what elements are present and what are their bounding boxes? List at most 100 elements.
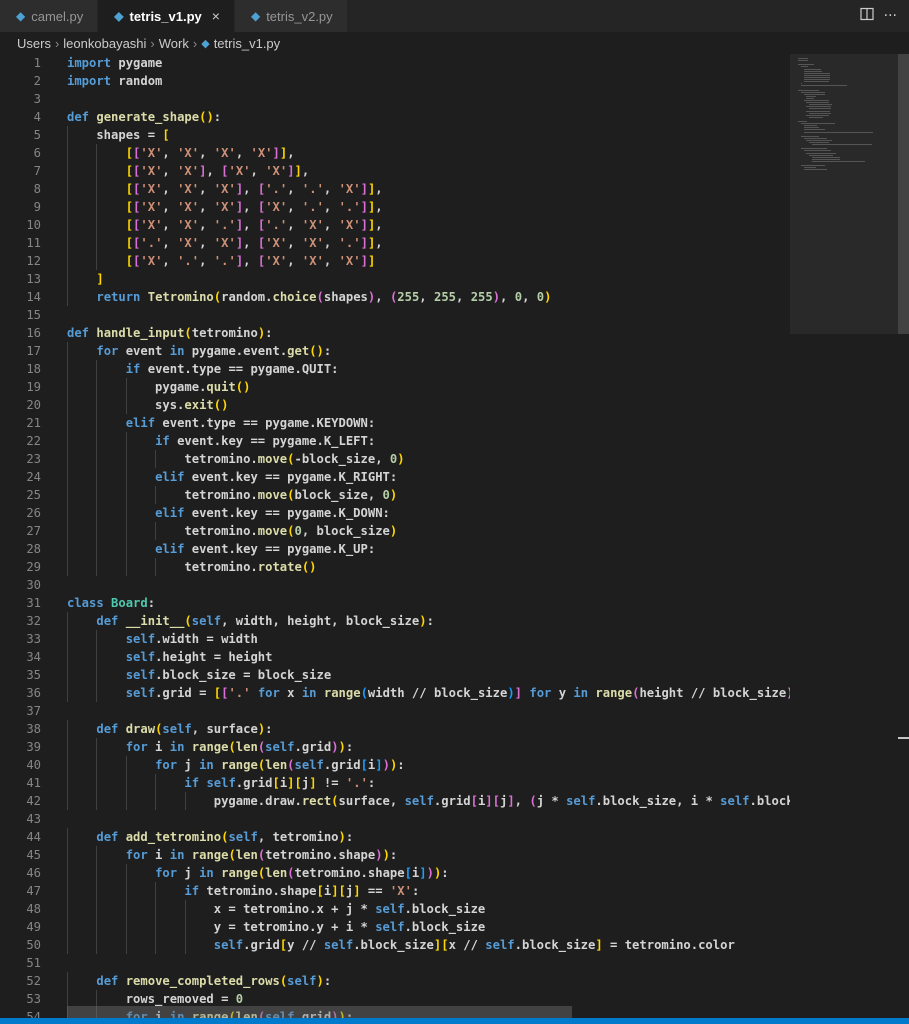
code-line[interactable]: 8 [['X', 'X', 'X'], ['.', '.', 'X']], — [0, 180, 790, 198]
line-number: 35 — [26, 668, 41, 682]
code-line[interactable]: 51 — [0, 954, 790, 972]
code-line[interactable]: 2 import random — [0, 72, 790, 90]
minimap-line — [806, 102, 829, 104]
code-line[interactable]: 35 self.block_size = block_size — [0, 666, 790, 684]
code-line[interactable]: 45 for i in range(len(tetromino.shape)): — [0, 846, 790, 864]
line-number: 7 — [33, 164, 41, 178]
code-line[interactable]: 49 y = tetromino.y + i * self.block_size — [0, 918, 790, 936]
chevron-right-icon: › — [54, 35, 60, 51]
minimap-line — [800, 165, 825, 167]
code-line[interactable]: 3 — [0, 90, 790, 108]
code-line[interactable]: 16 def handle_input(tetromino): — [0, 324, 790, 342]
line-number: 26 — [26, 506, 41, 520]
minimap-line — [806, 152, 837, 154]
code-line[interactable]: 9 [['X', 'X', 'X'], ['X', '.', '.']], — [0, 198, 790, 216]
code-line[interactable]: 22 if event.key == pygame.K_LEFT: — [0, 432, 790, 450]
breadcrumb-item-users[interactable]: Users — [17, 36, 51, 51]
line-number: 21 — [26, 416, 41, 430]
code-line[interactable]: 48 x = tetromino.x + j * self.block_size — [0, 900, 790, 918]
code-text: import pygame — [67, 56, 163, 70]
code-line[interactable]: 10 [['X', 'X', '.'], ['.', 'X', 'X']], — [0, 216, 790, 234]
code-line[interactable]: 7 [['X', 'X'], ['X', 'X']], — [0, 162, 790, 180]
code-editor[interactable]: 1 import pygame 2 import random 3 4 def genera… — [0, 54, 790, 1018]
code-line[interactable]: 18 if event.type == pygame.QUIT: — [0, 360, 790, 378]
code-line[interactable]: 13 ] — [0, 270, 790, 288]
code-line[interactable]: 6 [['X', 'X', 'X', 'X']], — [0, 144, 790, 162]
code-line[interactable]: 12 [['X', '.', '.'], ['X', 'X', 'X']] — [0, 252, 790, 270]
code-line[interactable]: 5 shapes = [ — [0, 126, 790, 144]
code-line[interactable]: 26 elif event.key == pygame.K_DOWN: — [0, 504, 790, 522]
line-number: 14 — [26, 290, 41, 304]
scrollbar-thumb[interactable] — [898, 54, 909, 334]
code-text: if self.grid[i][j] != '.': — [184, 776, 376, 790]
code-line[interactable]: 47 if tetromino.shape[i][j] == 'X': — [0, 882, 790, 900]
line-number: 18 — [26, 362, 41, 376]
code-line[interactable]: 21 elif event.type == pygame.KEYDOWN: — [0, 414, 790, 432]
code-line[interactable]: 25 tetromino.move(block_size, 0) — [0, 486, 790, 504]
code-line[interactable]: 30 — [0, 576, 790, 594]
code-line[interactable]: 20 sys.exit() — [0, 396, 790, 414]
code-text: for i in range(len(self.grid)): — [125, 740, 354, 754]
vertical-scrollbar[interactable] — [898, 54, 909, 1018]
code-line[interactable]: 40 for j in range(len(self.grid[i])): — [0, 756, 790, 774]
code-line[interactable]: 39 for i in range(len(self.grid)): — [0, 738, 790, 756]
minimap-line — [812, 144, 872, 146]
code-line[interactable]: 1 import pygame — [0, 54, 790, 72]
code-text: [['.', 'X', 'X'], ['X', 'X', '.']], — [125, 236, 383, 250]
code-line[interactable]: 52 def remove_completed_rows(self): — [0, 972, 790, 990]
tab-tetris-v2-py[interactable]: ◆ tetris_v2.py — [234, 0, 348, 32]
code-line[interactable]: 28 elif event.key == pygame.K_UP: — [0, 540, 790, 558]
code-line[interactable]: 42 pygame.draw.rect(surface, self.grid[i… — [0, 792, 790, 810]
tab-tetris-v1-py[interactable]: ◆ tetris_v1.py × — [98, 0, 235, 32]
breadcrumb-item-user[interactable]: leonkobayashi — [63, 36, 146, 51]
code-line[interactable]: 44 def add_tetromino(self, tetromino): — [0, 828, 790, 846]
minimap-line — [800, 91, 825, 93]
code-line[interactable]: 43 — [0, 810, 790, 828]
code-text: if tetromino.shape[i][j] == 'X': — [184, 884, 420, 898]
code-line[interactable]: 31 class Board: — [0, 594, 790, 612]
code-line[interactable]: 32 def __init__(self, width, height, blo… — [0, 612, 790, 630]
breadcrumb-item-file[interactable]: tetris_v1.py — [214, 36, 280, 51]
code-text: elif event.key == pygame.K_DOWN: — [155, 506, 390, 520]
close-icon[interactable]: × — [212, 8, 220, 24]
code-line[interactable]: 46 for j in range(len(tetromino.shape[i]… — [0, 864, 790, 882]
code-line[interactable]: 38 def draw(self, surface): — [0, 720, 790, 738]
code-line[interactable]: 50 self.grid[y // self.block_size][x // … — [0, 936, 790, 954]
code-line[interactable]: 11 [['.', 'X', 'X'], ['X', 'X', '.']], — [0, 234, 790, 252]
line-number: 27 — [26, 524, 41, 538]
code-line[interactable]: 34 self.height = height — [0, 648, 790, 666]
code-line[interactable]: 14 return Tetromino(random.choice(shapes… — [0, 288, 790, 306]
code-line[interactable]: 37 — [0, 702, 790, 720]
code-text: shapes = [ — [67, 128, 170, 142]
code-line[interactable]: 41 if self.grid[i][j] != '.': — [0, 774, 790, 792]
code-text: elif event.key == pygame.K_UP: — [155, 542, 376, 556]
code-line[interactable]: 23 tetromino.move(-block_size, 0) — [0, 450, 790, 468]
line-number: 24 — [26, 470, 41, 484]
code-text: for event in pygame.event.get(): — [96, 344, 332, 358]
code-line[interactable]: 19 pygame.quit() — [0, 378, 790, 396]
split-editor-icon[interactable] — [860, 7, 874, 25]
code-text: self.height = height — [125, 650, 273, 664]
minimap-line — [812, 158, 840, 160]
more-actions-button[interactable]: ··· — [884, 8, 897, 24]
minimap-line — [803, 74, 830, 76]
minimap[interactable] — [790, 54, 900, 1018]
code-text: self.grid[y // self.block_size][x // sel… — [213, 938, 735, 952]
code-text: sys.exit() — [67, 398, 229, 412]
line-number: 53 — [26, 992, 41, 1006]
code-line[interactable]: 24 elif event.key == pygame.K_RIGHT: — [0, 468, 790, 486]
code-line[interactable]: 36 self.grid = [['.' for x in range(widt… — [0, 684, 790, 702]
code-text: def draw(self, surface): — [96, 722, 273, 736]
line-number: 30 — [26, 578, 41, 592]
code-line[interactable]: 15 — [0, 306, 790, 324]
horizontal-scrollbar[interactable] — [67, 1006, 572, 1018]
line-number: 54 — [26, 1010, 41, 1018]
breadcrumb-item-work[interactable]: Work — [159, 36, 189, 51]
code-line[interactable]: 33 self.width = width — [0, 630, 790, 648]
minimap-line — [806, 106, 832, 108]
code-line[interactable]: 29 tetromino.rotate() — [0, 558, 790, 576]
code-line[interactable]: 27 tetromino.move(0, block_size) — [0, 522, 790, 540]
code-line[interactable]: 4 def generate_shape(): — [0, 108, 790, 126]
tab-camel-py[interactable]: ◆ camel.py — [0, 0, 99, 32]
code-line[interactable]: 17 for event in pygame.event.get(): — [0, 342, 790, 360]
